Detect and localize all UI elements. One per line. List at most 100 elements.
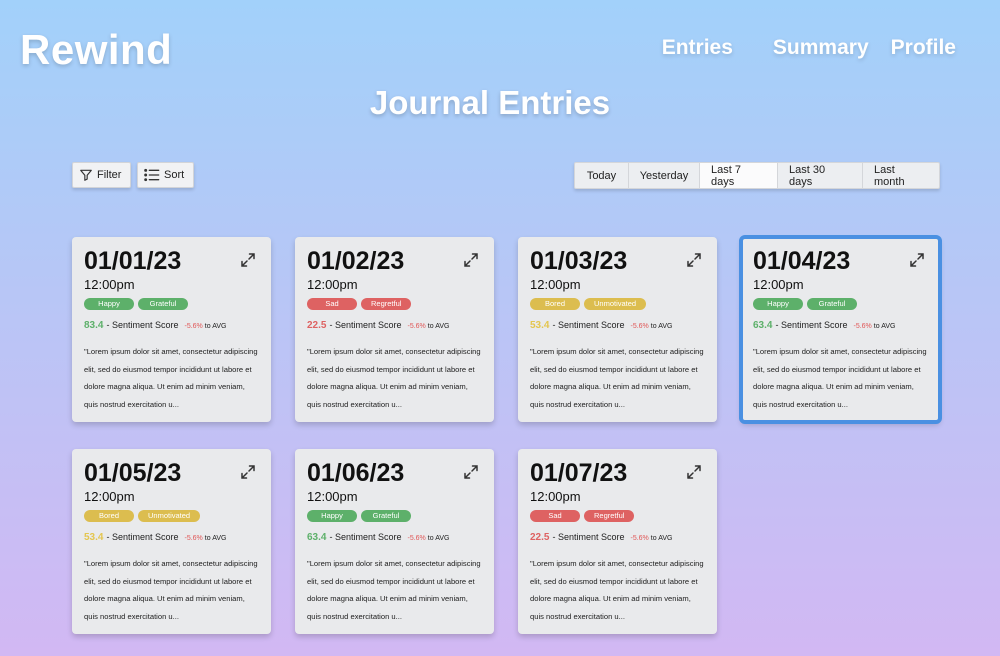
sentiment-score: 53.4: [530, 320, 550, 331]
entry-time: 12:00pm: [84, 277, 135, 292]
mood-tag: Sad: [530, 510, 580, 522]
sentiment-score-label: - Sentiment Score: [775, 320, 848, 330]
sentiment-score-label: - Sentiment Score: [329, 532, 402, 542]
entry-excerpt: "Lorem ipsum dolor sit amet, consectetur…: [84, 347, 258, 409]
sentiment-score: 22.5: [307, 320, 327, 331]
mood-tag: Bored: [530, 298, 580, 310]
entry-card[interactable]: 01/02/23 12:00pm Sad Regretful 22.5 - Sen…: [295, 237, 494, 422]
entry-date: 01/02/23: [307, 247, 405, 275]
mood-tag: Unmotivated: [138, 510, 201, 522]
app-logo[interactable]: Rewind: [20, 26, 172, 74]
sentiment-score-label: - Sentiment Score: [106, 532, 179, 542]
range-last-30-days[interactable]: Last 30 days: [777, 163, 862, 188]
entry-date: 01/05/23: [84, 459, 182, 487]
entry-excerpt: "Lorem ipsum dolor sit amet, consectetur…: [753, 347, 927, 409]
sentiment-delta: -5.6%: [853, 323, 872, 330]
page-title: Journal Entries: [369, 84, 611, 121]
sentiment-score-label: - Sentiment Score: [106, 320, 179, 330]
entry-card[interactable]: 01/01/23 12:00pm Happy Grateful 83.4 - Se…: [72, 237, 271, 422]
sentiment-score-label: - Sentiment Score: [552, 320, 625, 330]
mood-tags: Sad Regretful: [307, 298, 482, 310]
mood-tags: Happy Grateful: [753, 298, 928, 310]
entry-date: 01/07/23: [530, 459, 628, 487]
sentiment-delta: -5.6%: [630, 535, 649, 542]
range-today[interactable]: Today: [575, 163, 628, 188]
entry-time: 12:00pm: [530, 277, 581, 292]
nav-entries[interactable]: Entries: [662, 36, 733, 60]
mood-tags: Bored Unmotivated: [84, 510, 259, 522]
sort-label: Sort: [164, 169, 185, 181]
sentiment-delta-suffix: to AVG: [427, 535, 450, 542]
expand-icon[interactable]: [463, 464, 479, 485]
expand-icon[interactable]: [686, 252, 702, 273]
date-range-selector: Today Yesterday Last 7 days Last 30 days…: [574, 162, 940, 189]
filter-label: Filter: [97, 169, 122, 181]
sentiment-score-label: - Sentiment Score: [552, 532, 625, 542]
sentiment-row: 22.5 - Sentiment Score -5.6% to AVG: [530, 532, 705, 543]
list-icon: [144, 168, 160, 182]
mood-tags: Happy Grateful: [307, 510, 482, 522]
sentiment-score: 53.4: [84, 532, 104, 543]
mood-tag: Grateful: [807, 298, 857, 310]
mood-tags: Sad Regretful: [530, 510, 705, 522]
entry-card[interactable]: 01/06/23 12:00pm Happy Grateful 63.4 - Se…: [295, 449, 494, 634]
mood-tag: Happy: [84, 298, 134, 310]
expand-icon[interactable]: [240, 464, 256, 485]
sentiment-score: 63.4: [753, 320, 773, 331]
sentiment-row: 53.4 - Sentiment Score -5.6% to AVG: [530, 320, 705, 331]
expand-icon[interactable]: [240, 252, 256, 273]
entry-excerpt: "Lorem ipsum dolor sit amet, consectetur…: [307, 559, 481, 621]
mood-tag: Unmotivated: [584, 298, 647, 310]
entry-card[interactable]: 01/03/23 12:00pm Bored Unmotivated 53.4 -…: [518, 237, 717, 422]
nav-profile[interactable]: Profile: [891, 36, 956, 60]
sentiment-delta: -5.6%: [407, 535, 426, 542]
sentiment-delta-suffix: to AVG: [204, 323, 227, 330]
entry-date: 01/01/23: [84, 247, 182, 275]
sentiment-delta-suffix: to AVG: [427, 323, 450, 330]
mood-tag: Regretful: [361, 298, 412, 310]
range-last-7-days[interactable]: Last 7 days: [699, 163, 777, 188]
expand-icon[interactable]: [463, 252, 479, 273]
nav-summary[interactable]: Summary: [773, 36, 869, 60]
range-last-month[interactable]: Last month: [862, 163, 939, 188]
top-nav: Entries Summary Profile: [662, 36, 956, 60]
expand-icon[interactable]: [686, 464, 702, 485]
entry-card[interactable]: 01/07/23 12:00pm Sad Regretful 22.5 - Sen…: [518, 449, 717, 634]
entry-time: 12:00pm: [84, 489, 135, 504]
mood-tag: Bored: [84, 510, 134, 522]
range-yesterday[interactable]: Yesterday: [628, 163, 699, 188]
sentiment-row: 22.5 - Sentiment Score -5.6% to AVG: [307, 320, 482, 331]
sentiment-delta-suffix: to AVG: [204, 535, 227, 542]
sentiment-delta: -5.6%: [184, 323, 203, 330]
sentiment-score-label: - Sentiment Score: [329, 320, 402, 330]
sentiment-row: 63.4 - Sentiment Score -5.6% to AVG: [307, 532, 482, 543]
sort-button[interactable]: Sort: [137, 162, 195, 188]
mood-tags: Bored Unmotivated: [530, 298, 705, 310]
sentiment-delta-suffix: to AVG: [650, 323, 673, 330]
mood-tag: Happy: [753, 298, 803, 310]
mood-tag: Grateful: [361, 510, 411, 522]
entry-date: 01/04/23: [753, 247, 851, 275]
filter-button[interactable]: Filter: [72, 162, 132, 188]
sentiment-score: 22.5: [530, 532, 550, 543]
sentiment-row: 63.4 - Sentiment Score -5.6% to AVG: [753, 320, 928, 331]
entry-date: 01/03/23: [530, 247, 628, 275]
entry-card[interactable]: 01/04/23 12:00pm Happy Grateful 63.4 - Se…: [739, 235, 942, 424]
sentiment-delta-suffix: to AVG: [873, 323, 896, 330]
expand-icon[interactable]: [909, 252, 925, 273]
sentiment-delta: -5.6%: [630, 323, 649, 330]
sentiment-score: 83.4: [84, 320, 104, 331]
entry-card[interactable]: 01/05/23 12:00pm Bored Unmotivated 53.4 -…: [72, 449, 271, 634]
entry-excerpt: "Lorem ipsum dolor sit amet, consectetur…: [530, 347, 704, 409]
mood-tag: Sad: [307, 298, 357, 310]
mood-tag: Happy: [307, 510, 357, 522]
mood-tags: Happy Grateful: [84, 298, 259, 310]
mood-tag: Grateful: [138, 298, 188, 310]
filter-icon: [80, 169, 92, 181]
entry-excerpt: "Lorem ipsum dolor sit amet, consectetur…: [530, 559, 704, 621]
entry-time: 12:00pm: [307, 489, 358, 504]
entry-excerpt: "Lorem ipsum dolor sit amet, consectetur…: [307, 347, 481, 409]
entry-time: 12:00pm: [530, 489, 581, 504]
entry-time: 12:00pm: [753, 277, 804, 292]
entry-excerpt: "Lorem ipsum dolor sit amet, consectetur…: [84, 559, 258, 621]
